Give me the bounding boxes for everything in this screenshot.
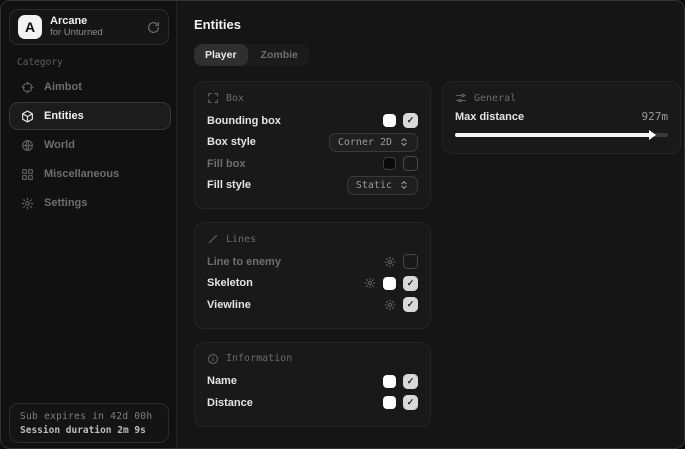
sliders-icon bbox=[455, 92, 467, 104]
app-subtitle: for Unturned bbox=[50, 28, 139, 39]
category-label: Category bbox=[17, 57, 63, 68]
skeleton-color-swatch[interactable] bbox=[383, 277, 396, 290]
info-icon bbox=[207, 353, 219, 365]
general-section: General Max distance 927m bbox=[442, 81, 681, 154]
max-distance-fill bbox=[455, 133, 651, 137]
app-logo: A bbox=[18, 15, 42, 39]
row-label: Bounding box bbox=[207, 115, 281, 127]
row-label: Box style bbox=[207, 136, 256, 148]
row-label: Distance bbox=[207, 397, 253, 409]
max-distance-value: 927m bbox=[642, 110, 669, 123]
section-title: Box bbox=[226, 93, 244, 104]
row-label: Name bbox=[207, 375, 237, 387]
box-style-dropdown[interactable]: Corner 2D bbox=[329, 133, 418, 152]
sidebar-item-label: Settings bbox=[44, 197, 87, 209]
sidebar-item-settings[interactable]: Settings bbox=[9, 189, 171, 217]
box-section: Box Bounding box ✓ Box style Corner 2D bbox=[194, 81, 431, 209]
name-checkbox[interactable]: ✓ bbox=[403, 374, 418, 389]
distance-row: Distance ✓ bbox=[207, 392, 418, 414]
sidebar-nav: Aimbot Entities World Miscellaneous bbox=[9, 73, 171, 218]
unfold-icon bbox=[399, 180, 409, 190]
subscription-status: Sub expires in 42d 00h Session duration … bbox=[9, 403, 169, 443]
sidebar-item-entities[interactable]: Entities bbox=[9, 102, 171, 130]
bounding-box-row: Bounding box ✓ bbox=[207, 110, 418, 132]
fill-style-dropdown[interactable]: Static bbox=[347, 176, 418, 195]
tab-player[interactable]: Player bbox=[194, 44, 248, 66]
row-label: Fill box bbox=[207, 158, 246, 170]
sidebar-item-label: Aimbot bbox=[44, 81, 82, 93]
name-color-swatch[interactable] bbox=[383, 375, 396, 388]
viewline-settings-gear-icon[interactable] bbox=[384, 299, 396, 311]
fill-box-row: Fill box bbox=[207, 153, 418, 175]
bounding-box-checkbox[interactable]: ✓ bbox=[403, 113, 418, 128]
sidebar-item-miscellaneous[interactable]: Miscellaneous bbox=[9, 160, 171, 188]
sidebar-item-label: World bbox=[44, 139, 75, 151]
information-section: Information Name ✓ Distance ✓ bbox=[194, 342, 431, 427]
session-duration-text: Session duration 2m 9s bbox=[20, 425, 158, 436]
refresh-icon[interactable] bbox=[147, 21, 160, 34]
row-label: Fill style bbox=[207, 179, 251, 191]
fill-box-color-swatch[interactable] bbox=[383, 157, 396, 170]
row-label: Viewline bbox=[207, 299, 251, 311]
max-distance-row: Max distance 927m bbox=[455, 110, 668, 123]
sidebar-item-label: Miscellaneous bbox=[44, 168, 119, 180]
cube-icon bbox=[20, 110, 34, 123]
line-to-enemy-row: Line to enemy bbox=[207, 251, 418, 273]
slider-handle[interactable] bbox=[649, 130, 656, 140]
lines-section: Lines Line to enemy Skeleton bbox=[194, 222, 431, 329]
entity-tabs: Player Zombie bbox=[194, 44, 309, 66]
box-style-row: Box style Corner 2D bbox=[207, 132, 418, 154]
bounding-box-color-swatch[interactable] bbox=[383, 114, 396, 127]
crosshair-icon bbox=[20, 81, 34, 94]
name-row: Name ✓ bbox=[207, 371, 418, 393]
scan-box-icon bbox=[207, 92, 219, 104]
sidebar-item-label: Entities bbox=[44, 110, 84, 122]
tab-zombie[interactable]: Zombie bbox=[250, 44, 309, 66]
viewline-checkbox[interactable]: ✓ bbox=[403, 297, 418, 312]
sidebar-item-world[interactable]: World bbox=[9, 131, 171, 159]
section-title: Lines bbox=[226, 234, 256, 245]
gear-icon bbox=[20, 197, 34, 210]
unfold-icon bbox=[399, 137, 409, 147]
sidebar-item-aimbot[interactable]: Aimbot bbox=[9, 73, 171, 101]
section-title: Information bbox=[226, 353, 292, 364]
app-name: Arcane bbox=[50, 15, 139, 28]
skeleton-row: Skeleton ✓ bbox=[207, 273, 418, 295]
distance-checkbox[interactable]: ✓ bbox=[403, 395, 418, 410]
skeleton-settings-gear-icon[interactable] bbox=[364, 277, 376, 289]
max-distance-slider[interactable] bbox=[455, 129, 668, 141]
line-to-enemy-checkbox[interactable] bbox=[403, 254, 418, 269]
dropdown-value: Static bbox=[356, 180, 392, 191]
page-title: Entities bbox=[194, 17, 681, 32]
diagonal-line-icon bbox=[207, 233, 219, 245]
skeleton-checkbox[interactable]: ✓ bbox=[403, 276, 418, 291]
arcane-window: A Arcane for Unturned Category Aimbot bbox=[0, 0, 685, 449]
distance-color-swatch[interactable] bbox=[383, 396, 396, 409]
row-label: Max distance bbox=[455, 111, 524, 123]
globe-icon bbox=[20, 139, 34, 152]
fill-box-checkbox[interactable] bbox=[403, 156, 418, 171]
viewline-row: Viewline ✓ bbox=[207, 294, 418, 316]
line-settings-gear-icon[interactable] bbox=[384, 256, 396, 268]
fill-style-row: Fill style Static bbox=[207, 175, 418, 197]
main-panel: Entities Player Zombie Box Bounding box bbox=[177, 1, 685, 448]
grid-icon bbox=[20, 168, 34, 181]
dropdown-value: Corner 2D bbox=[338, 137, 392, 148]
sidebar: A Arcane for Unturned Category Aimbot bbox=[1, 1, 177, 448]
section-title: General bbox=[474, 93, 516, 104]
row-label: Line to enemy bbox=[207, 256, 281, 268]
row-label: Skeleton bbox=[207, 277, 253, 289]
app-header: A Arcane for Unturned bbox=[9, 9, 169, 45]
sub-expiry-text: Sub expires in 42d 00h bbox=[20, 411, 158, 422]
